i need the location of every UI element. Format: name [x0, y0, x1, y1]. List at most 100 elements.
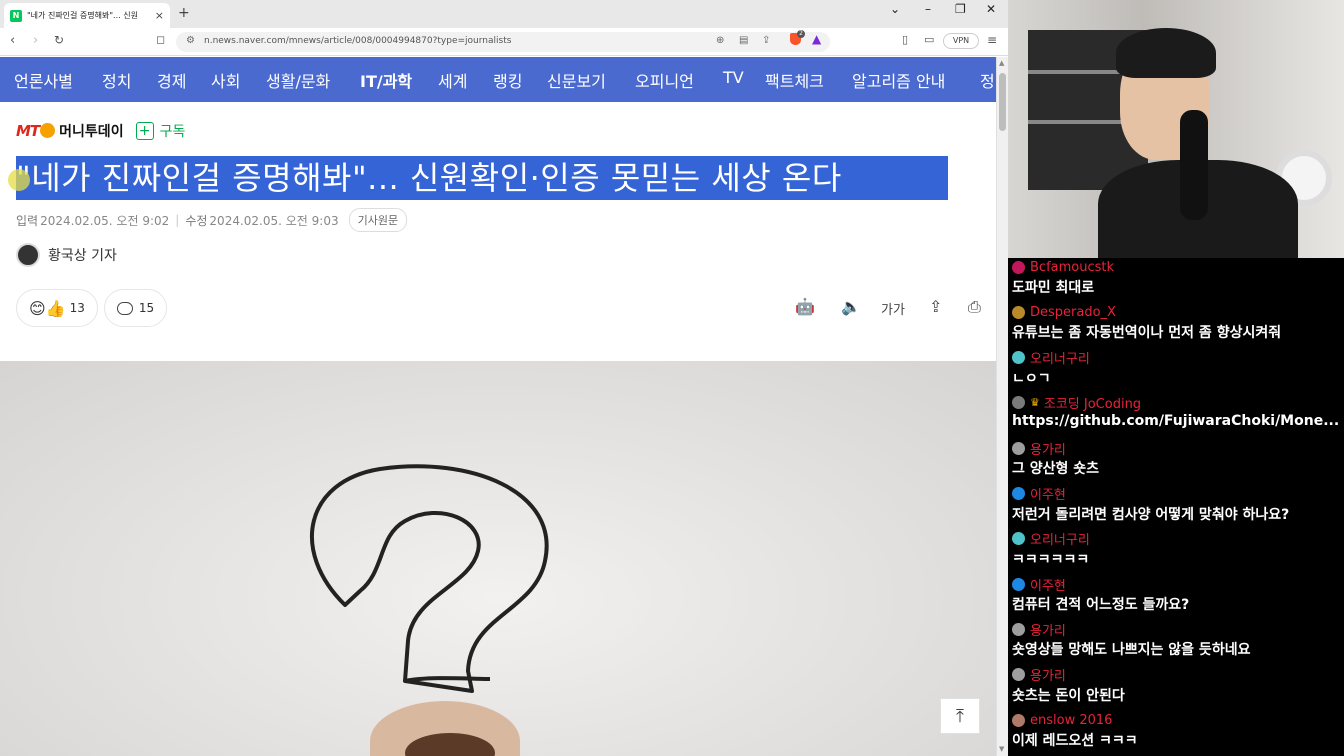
- chat-username[interactable]: 조코딩 JoCoding: [1044, 393, 1141, 412]
- chat-text: 도파민 최대로: [1012, 280, 1095, 296]
- chat-user-row: Desperado_X: [1012, 303, 1342, 321]
- summary-robot-icon[interactable]: 🤖: [795, 297, 815, 316]
- tab-search-chevron-icon[interactable]: ⌄: [890, 2, 900, 16]
- article-headline: "네가 진짜인걸 증명해봐"... 신원확인·인증 못믿는 세상 온다: [16, 156, 948, 200]
- chat-username[interactable]: 이주현: [1030, 484, 1066, 503]
- chat-user-row: ♛ 조코딩 JoCoding: [1012, 394, 1342, 412]
- share-icon[interactable]: ⇪: [762, 35, 770, 46]
- site-info-icon[interactable]: ⚙: [186, 35, 195, 46]
- font-size-button[interactable]: 가가: [881, 299, 905, 318]
- user-badge-icon: [1012, 622, 1025, 636]
- chat-username[interactable]: 용가리: [1030, 620, 1066, 639]
- wallet-icon[interactable]: ▭: [924, 33, 934, 46]
- question-mark-illustration: [309, 464, 549, 693]
- nav-item-9[interactable]: 오피니언: [635, 68, 694, 92]
- nav-item-5[interactable]: IT/과학: [360, 68, 412, 92]
- forward-icon[interactable]: ›: [33, 33, 38, 48]
- user-badge-icon: [1012, 441, 1025, 455]
- chat-message: 오리너구리 ㄴㅇㄱ: [1012, 349, 1342, 388]
- nav-item-12[interactable]: 알고리즘 안내: [852, 68, 945, 92]
- nav-item-6[interactable]: 세계: [438, 68, 467, 92]
- chat-text: 숏츠는 돈이 안된다: [1012, 687, 1125, 704]
- scroll-down-icon[interactable]: ▼: [999, 745, 1004, 753]
- brave-rewards-icon[interactable]: ▲: [812, 32, 821, 46]
- share-article-icon[interactable]: ⇪: [929, 297, 942, 316]
- scroll-up-icon[interactable]: ▲: [999, 59, 1004, 67]
- user-badge-icon: [1012, 713, 1025, 727]
- nav-item-11[interactable]: 팩트체크: [765, 68, 824, 92]
- plus-icon: +: [135, 122, 154, 140]
- nav-item-2[interactable]: 경제: [157, 68, 186, 92]
- chat-user-row: Bcfamoucstk: [1012, 258, 1342, 276]
- nav-item-3[interactable]: 사회: [211, 68, 240, 92]
- press-logo[interactable]: MT: [16, 122, 56, 140]
- reporter[interactable]: 황국상 기자: [16, 243, 117, 267]
- chat-username[interactable]: 오리너구리: [1030, 529, 1090, 548]
- modified-label: 수정: [185, 213, 208, 228]
- microphone: [1180, 110, 1208, 220]
- input-date: 2024.02.05. 오전 9:02: [40, 213, 170, 228]
- press-name[interactable]: 머니투데이: [59, 121, 123, 141]
- reload-icon[interactable]: ↻: [54, 33, 64, 47]
- nav-item-1[interactable]: 정치: [102, 68, 131, 92]
- chat-message: ♛ 조코딩 JoCoding https://github.com/Fujiwara…: [1012, 394, 1342, 429]
- bookmark-icon[interactable]: ◻: [156, 33, 165, 46]
- nav-item-10[interactable]: TV: [723, 68, 744, 87]
- input-label: 입력: [16, 213, 39, 228]
- user-badge-icon: [1012, 487, 1025, 500]
- nav-item-0[interactable]: 언론사별: [14, 68, 73, 92]
- chat-user-row: 오리너구리: [1012, 349, 1342, 367]
- brave-badge: 2: [797, 30, 805, 38]
- browser-tab[interactable]: N "네가 진짜인걸 증명해봐"... 신원 ×: [4, 3, 170, 28]
- chat-username[interactable]: 오리너구리: [1030, 348, 1090, 367]
- nav-item-13[interactable]: 정: [980, 68, 995, 92]
- scrollbar-thumb[interactable]: [999, 73, 1006, 131]
- address-bar[interactable]: ⚙ n.news.naver.com/mnews/article/008/000…: [176, 32, 830, 52]
- browser-toolbar: ‹ › ↻ ◻ ⚙ n.news.naver.com/mnews/article…: [0, 28, 1008, 56]
- sidebar-icon[interactable]: ▯: [902, 33, 908, 46]
- chat-username[interactable]: Bcfamoucstk: [1030, 260, 1114, 275]
- chat-text: ㄴㅇㄱ: [1012, 370, 1051, 387]
- original-article-button[interactable]: 기사원문: [348, 208, 408, 232]
- nav-item-8[interactable]: 신문보기: [547, 68, 606, 92]
- user-badge-icon: [1012, 260, 1025, 274]
- chat-username[interactable]: Desperado_X: [1030, 305, 1116, 320]
- reaction-button[interactable]: 😊👍 13: [16, 289, 98, 327]
- streamer-webcam: [1008, 0, 1344, 258]
- scroll-to-top-button[interactable]: ⤒: [940, 698, 980, 734]
- comment-icon: [116, 301, 133, 315]
- print-icon[interactable]: ⎙: [968, 297, 981, 317]
- chat-username[interactable]: 용가리: [1030, 665, 1066, 684]
- chat-text: ㅋㅋㅋㅋㅋㅋ: [1012, 551, 1090, 568]
- page-scrollbar[interactable]: ▲ ▼: [996, 57, 1008, 756]
- modified-date: 2024.02.05. 오전 9:03: [209, 213, 339, 228]
- menu-icon[interactable]: ≡: [987, 33, 997, 47]
- chat-text: 이제 레드오션 ㅋㅋㅋ: [1012, 733, 1138, 749]
- article-photo: [0, 361, 996, 756]
- zoom-icon[interactable]: ⊕: [716, 35, 724, 46]
- reporter-name[interactable]: 황국상 기자: [48, 245, 117, 265]
- chat-username[interactable]: enslow 2016: [1030, 713, 1112, 728]
- chat-text: 저런거 돌리려면 컴사양 어떻게 맞춰야 하나요?: [1012, 506, 1290, 523]
- chat-message: 용가리숏츠는 돈이 안된다: [1012, 666, 1342, 705]
- chat-user-row: 이주현: [1012, 485, 1342, 503]
- reaction-bar: 😊👍 13 15: [16, 289, 173, 327]
- window-close-icon[interactable]: ✕: [986, 2, 996, 16]
- streamer-hair: [1116, 28, 1216, 78]
- back-icon[interactable]: ‹: [10, 33, 15, 48]
- reader-mode-icon[interactable]: ▤: [739, 35, 748, 46]
- nav-item-4[interactable]: 생활/문화: [266, 68, 330, 92]
- tab-close-icon[interactable]: ×: [155, 9, 164, 22]
- comment-button[interactable]: 15: [103, 289, 168, 327]
- subscribe-button[interactable]: + 구독: [135, 121, 185, 141]
- nav-item-7[interactable]: 랭킹: [493, 68, 522, 92]
- chat-user-row: 용가리: [1012, 620, 1342, 639]
- maximize-icon[interactable]: ❐: [955, 2, 966, 16]
- minimize-icon[interactable]: –: [925, 2, 931, 16]
- text-to-speech-icon[interactable]: 🔈: [841, 297, 861, 316]
- chat-username[interactable]: 이주현: [1030, 575, 1066, 594]
- vpn-button[interactable]: VPN: [943, 33, 979, 49]
- new-tab-icon[interactable]: +: [178, 5, 190, 21]
- url-text[interactable]: n.news.naver.com/mnews/article/008/00049…: [204, 36, 511, 46]
- chat-username[interactable]: 용가리: [1030, 439, 1066, 458]
